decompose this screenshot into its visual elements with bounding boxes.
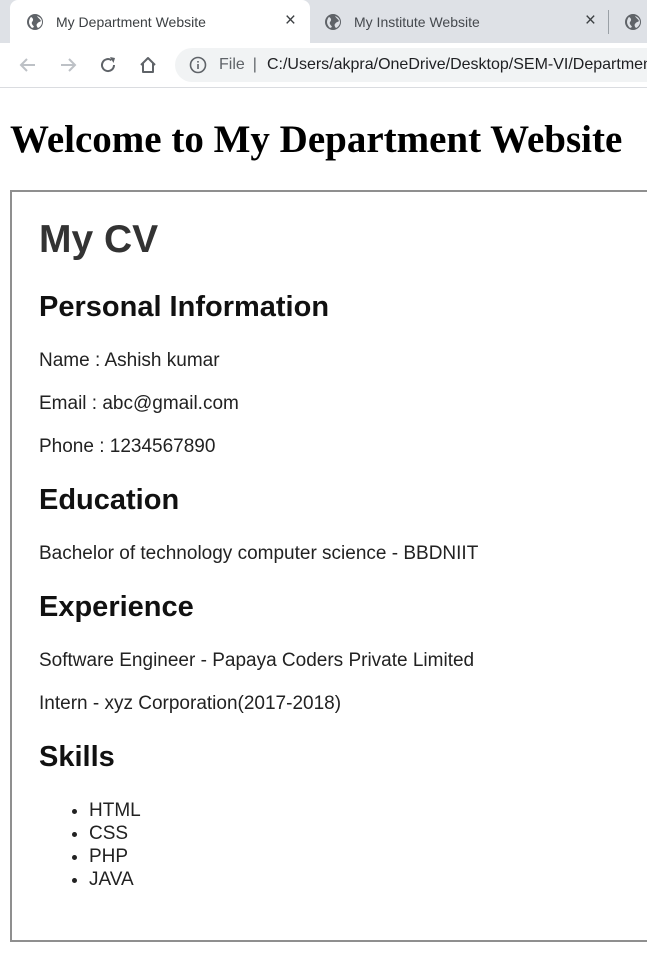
close-tab-button[interactable]: × [285,11,296,31]
education-heading: Education [39,484,180,516]
phone-text: Phone : 1234567890 [39,436,216,457]
url-text[interactable]: C:/Users/akpra/OneDrive/Desktop/SEM-VI/D… [267,56,647,74]
tab-title: My Institute Website [354,13,480,30]
experience-item: Intern - xyz Corporation(2017-2018) [39,693,342,714]
forward-button[interactable] [57,54,79,76]
tab-strip: My Department Website × My Institute Web… [0,0,647,43]
cv-frame: My CV Personal Information Name : Ashish… [10,190,647,942]
info-icon[interactable] [189,56,207,74]
cv-title: My CV [39,218,159,261]
tab-title: My Department Website [56,13,206,30]
arrow-right-icon [61,58,77,72]
experience-item: Software Engineer - Papaya Coders Privat… [39,650,475,671]
email-text: Email : abc@gmail.com [39,393,239,414]
skill-item: PHP [89,845,141,868]
url-scheme-label: File [219,56,245,73]
arrow-left-icon [19,58,35,72]
skills-heading: Skills [39,741,115,773]
globe-icon [625,13,641,30]
education-item: Bachelor of technology computer science … [39,543,479,564]
reload-icon [101,57,116,73]
url-separator: | [252,56,257,73]
address-bar[interactable]: File | C:/Users/akpra/OneDrive/Desktop/S… [175,48,647,82]
name-text: Name : Ashish kumar [39,350,220,371]
globe-icon [27,13,43,30]
back-button[interactable] [17,54,39,76]
close-tab-button[interactable]: × [585,11,596,31]
personal-info-heading: Personal Information [39,291,330,323]
reload-button[interactable] [97,54,119,76]
home-icon [140,57,156,73]
tab-my-institute-website[interactable]: My Institute Website × [312,0,610,43]
experience-heading: Experience [39,591,194,623]
tab-my-department-website[interactable]: My Department Website × [10,0,310,43]
browser-toolbar: File | C:/Users/akpra/OneDrive/Desktop/S… [0,43,647,88]
page-title: Welcome to My Department Website [10,118,623,161]
home-button[interactable] [137,54,159,76]
tab-partial[interactable] [612,0,647,43]
globe-icon [325,13,341,30]
skill-item: JAVA [89,868,141,891]
skill-item: HTML [89,799,141,822]
tab-separator [608,10,609,34]
skills-list: HTML CSS PHP JAVA [39,799,141,891]
skill-item: CSS [89,822,141,845]
